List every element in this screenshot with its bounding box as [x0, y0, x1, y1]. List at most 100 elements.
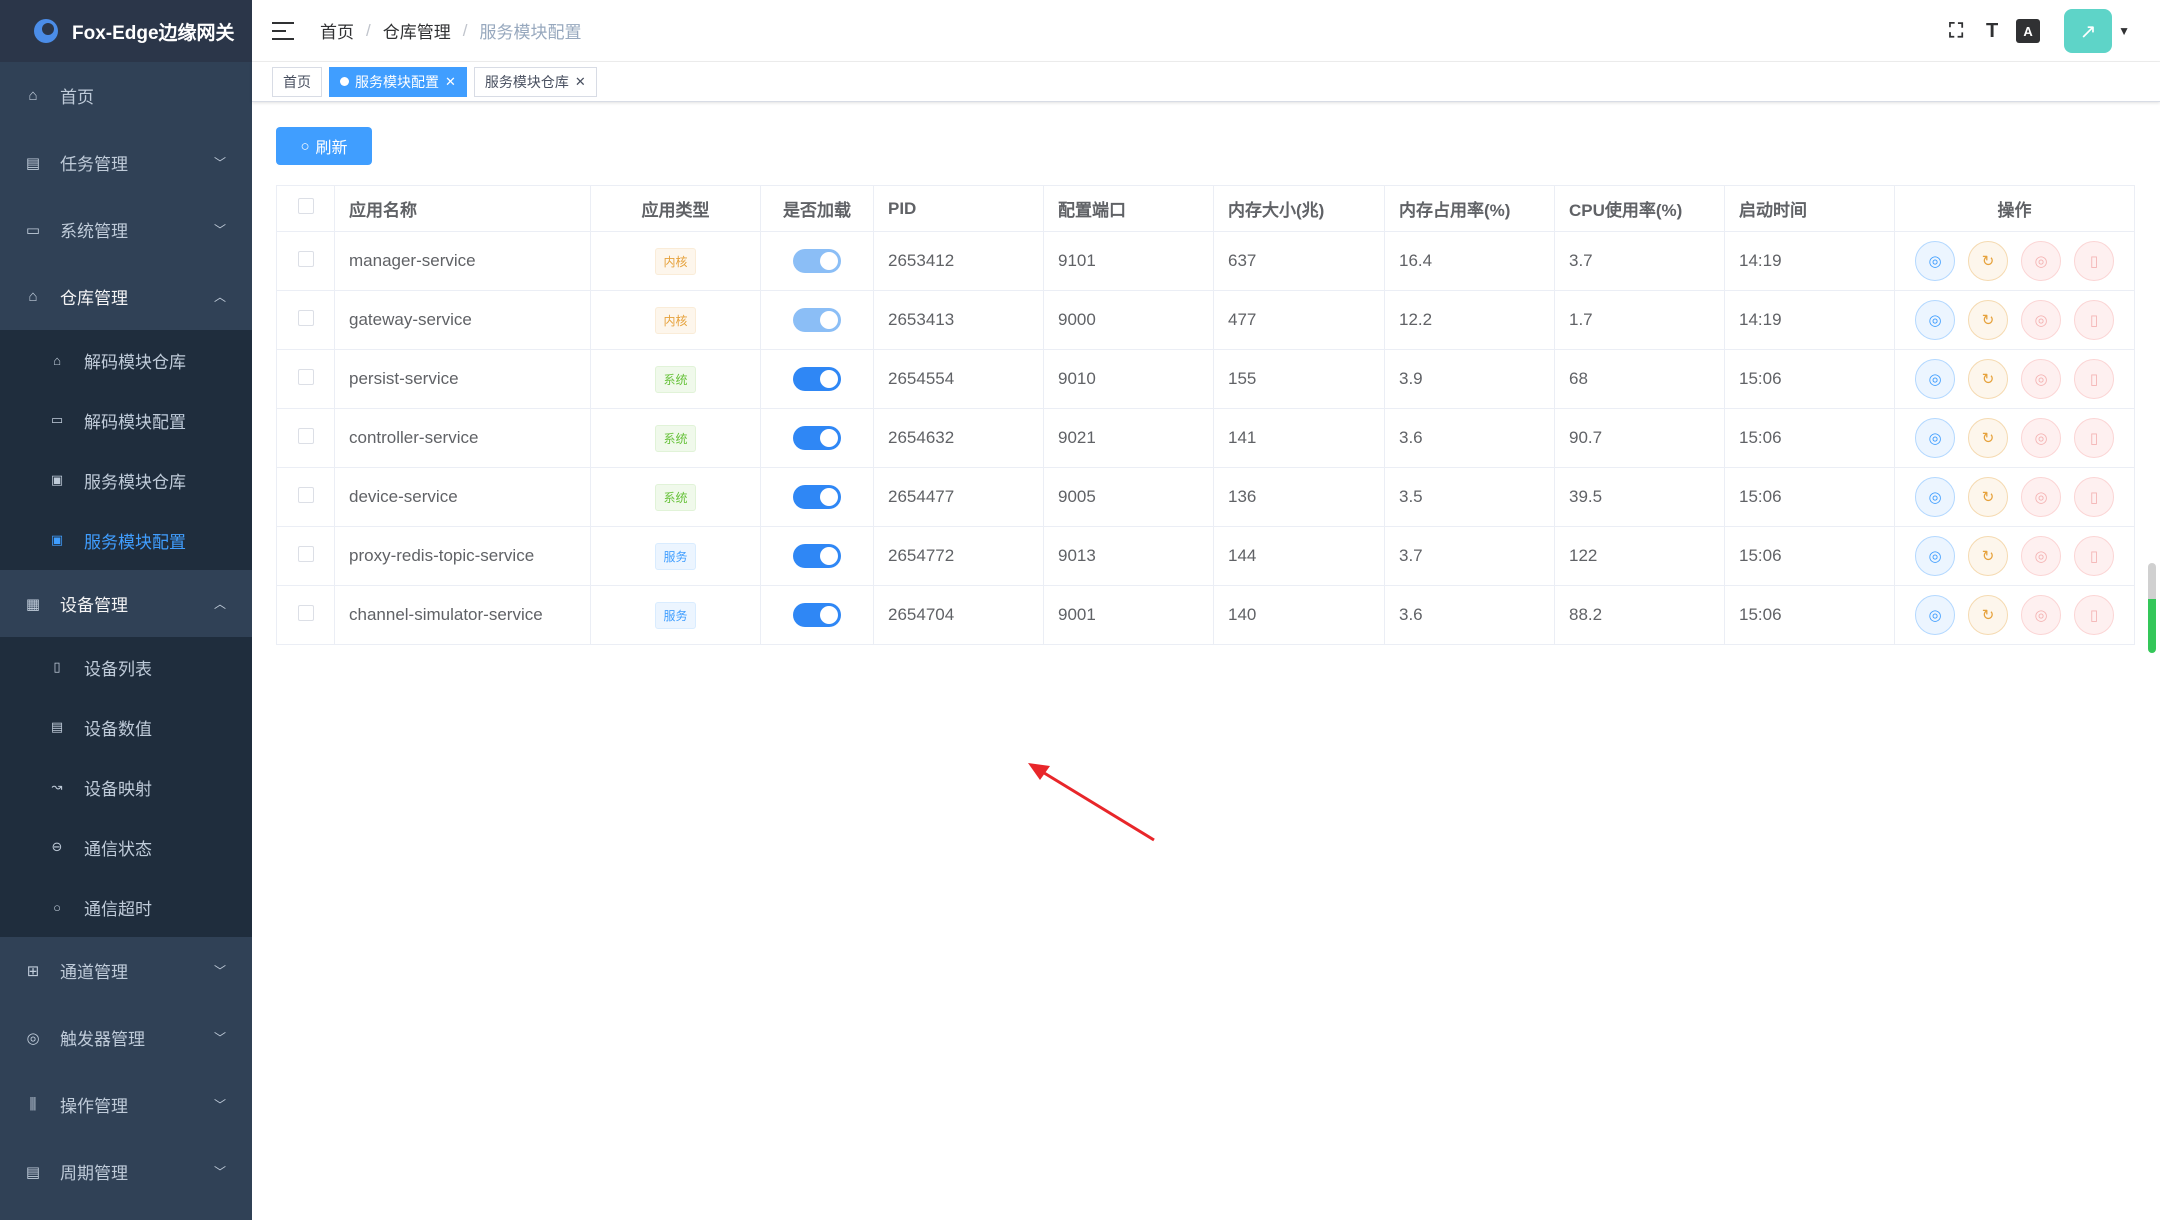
select-all-checkbox[interactable]: [297, 198, 314, 214]
delete-icon[interactable]: ▯: [2074, 241, 2114, 281]
app-name-cell: gateway-service: [334, 290, 591, 350]
stop-icon[interactable]: ◎: [2021, 536, 2061, 576]
hamburger-icon[interactable]: [272, 21, 294, 40]
delete-icon[interactable]: ▯: [2074, 300, 2114, 340]
start-time-cell: 14:19: [1724, 231, 1895, 291]
sidebar-subitem-label: 通信状态: [84, 839, 152, 859]
fullscreen-icon[interactable]: ⛶: [1944, 19, 1968, 43]
row-checkbox[interactable]: [297, 604, 314, 621]
refresh-button[interactable]: ○ 刷新: [276, 127, 372, 165]
tag-service-config[interactable]: 服务模块配置 ✕: [329, 66, 467, 97]
sidebar-subitem[interactable]: ↝ 设备映射: [0, 757, 252, 817]
start-icon[interactable]: ◎: [1915, 300, 1955, 340]
load-toggle[interactable]: [793, 544, 841, 568]
memory-rate-cell: 12.2: [1384, 290, 1555, 350]
memory-rate-cell: 16.4: [1384, 231, 1555, 291]
start-icon[interactable]: ◎: [1915, 477, 1955, 517]
start-icon[interactable]: ◎: [1915, 241, 1955, 281]
table-row: persist-service 系统 2654554 9010 155 3.9 68 15:0…: [276, 349, 2135, 409]
restart-icon[interactable]: ↻: [1968, 477, 2008, 517]
delete-icon[interactable]: ▯: [2074, 359, 2114, 399]
table-row: manager-service 内核 2653412 9101 637 16.4 3.7 14…: [276, 231, 2135, 291]
tag-label: 首页: [283, 73, 311, 90]
load-toggle[interactable]: [793, 426, 841, 450]
stop-icon[interactable]: ◎: [2021, 359, 2061, 399]
restart-icon[interactable]: ↻: [1968, 595, 2008, 635]
row-checkbox[interactable]: [297, 545, 314, 562]
sidebar-item[interactable]: ⌂ 仓库管理 ︿: [0, 263, 252, 330]
load-toggle[interactable]: [793, 485, 841, 509]
memory-cell: 141: [1213, 408, 1385, 468]
start-icon[interactable]: ◎: [1915, 595, 1955, 635]
caret-down-icon[interactable]: ▼: [2118, 24, 2130, 38]
load-toggle[interactable]: [793, 367, 841, 391]
sidebar-subitem[interactable]: ▤ 设备数值: [0, 697, 252, 757]
language-icon[interactable]: A: [2016, 19, 2041, 43]
sidebar-item[interactable]: ⌂ 首页: [0, 62, 252, 129]
chevron-down-icon: ﹀: [213, 964, 226, 978]
sidebar-item[interactable]: ▦ 设备管理 ︿: [0, 570, 252, 637]
chevron-down-icon: ﹀: [213, 1098, 226, 1112]
sidebar-subitem[interactable]: ▯ 设备列表: [0, 637, 252, 697]
sidebar-subitem[interactable]: ▣ 服务模块仓库: [0, 450, 252, 510]
start-icon[interactable]: ◎: [1915, 418, 1955, 458]
sidebar-item[interactable]: ▤ 任务管理 ﹀: [0, 129, 252, 196]
row-checkbox[interactable]: [297, 309, 314, 326]
restart-icon[interactable]: ↻: [1968, 536, 2008, 576]
app-logo[interactable]: Fox-Edge边缘网关: [0, 0, 252, 62]
stop-icon[interactable]: ◎: [2021, 418, 2061, 458]
row-checkbox[interactable]: [297, 427, 314, 444]
tag-home[interactable]: 首页: [272, 66, 322, 97]
stop-icon[interactable]: ◎: [2021, 300, 2061, 340]
delete-icon[interactable]: ▯: [2074, 418, 2114, 458]
sidebar-subitem[interactable]: ▭ 解码模块配置: [0, 390, 252, 450]
annotation-arrow-head: [1028, 763, 1050, 780]
app-type-badge: 系统: [655, 365, 696, 393]
actions-cell: ◎ ↻ ◎ ▯: [1894, 408, 2135, 468]
avatar[interactable]: ↗: [2064, 9, 2113, 53]
font-size-icon[interactable]: T: [1980, 19, 2004, 43]
loaded-cell: [760, 231, 874, 291]
sidebar-subitem[interactable]: ⌂ 解码模块仓库: [0, 330, 252, 390]
stop-icon[interactable]: ◎: [2021, 241, 2061, 281]
stop-icon[interactable]: ◎: [2021, 477, 2061, 517]
load-toggle[interactable]: [793, 603, 841, 627]
port-cell: 9005: [1043, 467, 1214, 527]
row-select-cell: [276, 585, 335, 645]
sidebar-item[interactable]: ▭ 系统管理 ﹀: [0, 196, 252, 263]
app-name-cell: proxy-redis-topic-service: [334, 526, 591, 586]
delete-icon[interactable]: ▯: [2074, 595, 2114, 635]
app-type-cell: 服务: [590, 585, 761, 645]
start-time-cell: 15:06: [1724, 467, 1895, 527]
restart-icon[interactable]: ↻: [1968, 418, 2008, 458]
sidebar-subitem[interactable]: ○ 通信超时: [0, 877, 252, 937]
breadcrumb-home[interactable]: 首页: [320, 18, 354, 43]
sidebar-item[interactable]: ⊞ 通道管理 ﹀: [0, 937, 252, 1004]
close-icon[interactable]: ✕: [575, 74, 586, 90]
delete-icon[interactable]: ▯: [2074, 536, 2114, 576]
tag-service-repo[interactable]: 服务模块仓库 ✕: [473, 66, 597, 97]
start-icon[interactable]: ◎: [1915, 359, 1955, 399]
sidebar-item[interactable]: ⫼ 操作管理 ﹀: [0, 1071, 252, 1138]
row-checkbox[interactable]: [297, 368, 314, 385]
loaded-cell: [760, 526, 874, 586]
chevron-down-icon: ﹀: [213, 1165, 226, 1179]
active-dot-icon: [340, 77, 349, 86]
sidebar-item[interactable]: ◎ 触发器管理 ﹀: [0, 1004, 252, 1071]
sidebar-item[interactable]: ▤ 周期管理 ﹀: [0, 1138, 252, 1205]
restart-icon[interactable]: ↻: [1968, 300, 2008, 340]
restart-icon[interactable]: ↻: [1968, 359, 2008, 399]
stop-icon[interactable]: ◎: [2021, 595, 2061, 635]
app-title: Fox-Edge边缘网关: [72, 22, 235, 44]
row-checkbox[interactable]: [297, 250, 314, 267]
sidebar-subitem[interactable]: ▣ 服务模块配置: [0, 510, 252, 570]
restart-icon[interactable]: ↻: [1968, 241, 2008, 281]
breadcrumb-repository[interactable]: 仓库管理: [383, 18, 451, 43]
scrollbar-thumb[interactable]: [2148, 563, 2156, 653]
start-icon[interactable]: ◎: [1915, 536, 1955, 576]
sidebar-subitem[interactable]: ⊖ 通信状态: [0, 817, 252, 877]
delete-icon[interactable]: ▯: [2074, 477, 2114, 517]
close-icon[interactable]: ✕: [445, 74, 456, 90]
row-checkbox[interactable]: [297, 486, 314, 503]
start-time-cell: 14:19: [1724, 290, 1895, 350]
